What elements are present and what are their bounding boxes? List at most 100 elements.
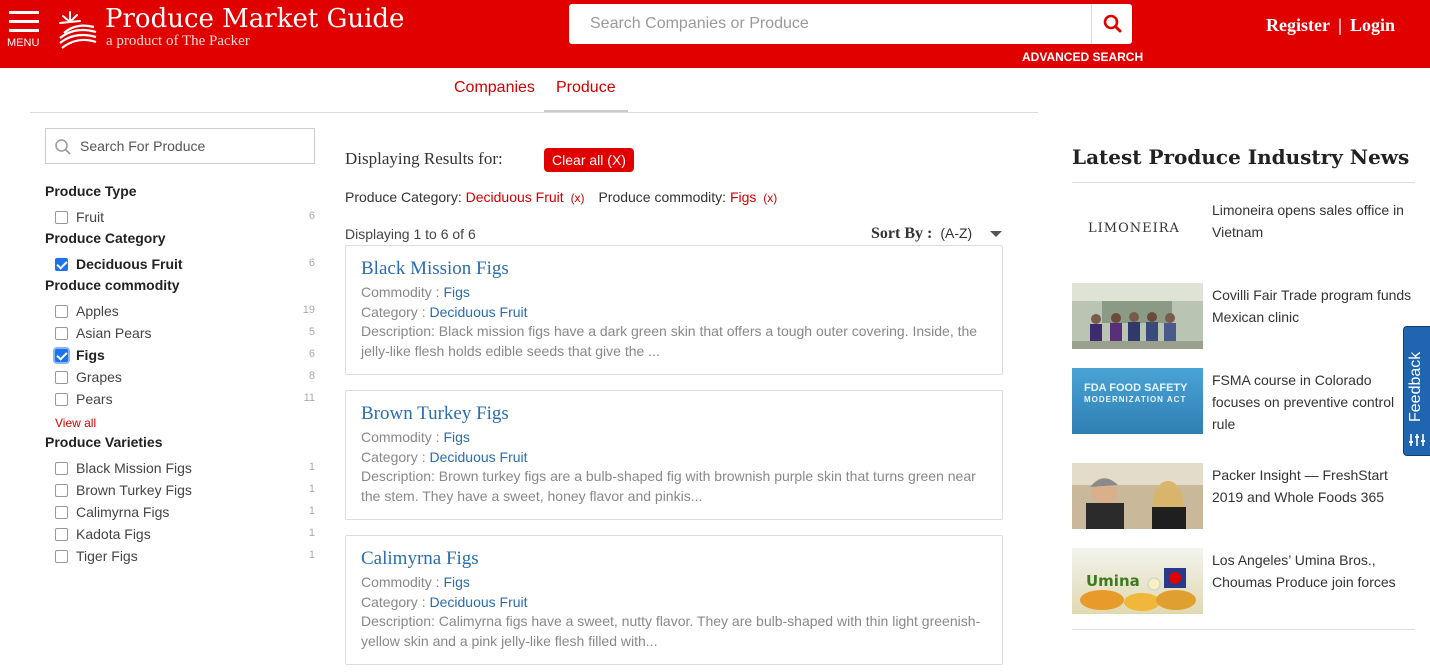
facet-heading-produce-type: Produce Type [45, 183, 137, 199]
facet-item-tiger-figs[interactable]: Tiger Figs 1 [55, 547, 315, 567]
facet-count: 1 [308, 505, 315, 517]
news-title[interactable]: FSMA course in Colorado focuses on preve… [1212, 369, 1415, 435]
checkbox-checked[interactable] [55, 349, 68, 362]
view-all-link[interactable]: View all [55, 416, 96, 430]
news-title[interactable]: Covilli Fair Trade program funds Mexican… [1212, 284, 1415, 328]
photo-image [1072, 283, 1203, 349]
result-commodity: Commodity : Figs [361, 429, 470, 445]
news-item[interactable]: Packer Insight — FreshStart 2019 and Who… [1072, 463, 1415, 529]
hamburger-bar [9, 29, 39, 32]
facet-item-calimyrna-figs[interactable]: Calimyrna Figs 1 [55, 503, 315, 523]
facet-label: Calimyrna Figs [76, 504, 170, 520]
checkbox[interactable] [55, 550, 68, 563]
checkbox[interactable] [55, 484, 68, 497]
commodity-link[interactable]: Figs [443, 284, 469, 300]
facet-label: Fruit [76, 209, 104, 225]
checkbox-checked[interactable] [55, 258, 68, 271]
news-thumbnail[interactable]: Umina [1072, 548, 1203, 614]
checkbox[interactable] [55, 327, 68, 340]
checkbox[interactable] [55, 462, 68, 475]
news-title[interactable]: Packer Insight — FreshStart 2019 and Who… [1212, 464, 1415, 508]
top-header: MENU Produce Market Guide a product of T… [0, 0, 1430, 68]
facet-label: Brown Turkey Figs [76, 482, 192, 498]
news-thumbnail[interactable] [1072, 463, 1203, 529]
chevron-down-icon[interactable] [990, 231, 1002, 237]
global-search-input[interactable] [569, 4, 1091, 44]
search-button[interactable] [1091, 4, 1132, 44]
advanced-search-link[interactable]: ADVANCED SEARCH [1022, 50, 1143, 64]
facet-item-apples[interactable]: Apples 19 [55, 302, 315, 322]
checkbox[interactable] [55, 211, 68, 224]
brand-subtitle: a product of The Packer [106, 33, 250, 49]
news-thumbnail[interactable] [1072, 283, 1203, 349]
result-card: Calimyrna Figs Commodity : Figs Category… [345, 535, 1003, 665]
commodity-link[interactable]: Figs [443, 574, 469, 590]
produce-search-input[interactable] [80, 129, 310, 163]
facet-count: 1 [308, 549, 315, 561]
checkbox[interactable] [55, 393, 68, 406]
result-description: Description: Calimyrna figs have a sweet… [361, 613, 981, 649]
facet-item-pears[interactable]: Pears 11 [55, 390, 315, 410]
auth-separator: | [1337, 15, 1342, 35]
news-thumbnail[interactable]: LIMONEIRA [1072, 198, 1203, 264]
facet-count: 6 [308, 210, 315, 222]
sort-value: (A-Z) [940, 225, 973, 241]
feedback-tab[interactable]: Feedback [1403, 326, 1430, 456]
news-item[interactable]: Umina Los Angeles’ Umina Bros., Choumas … [1072, 548, 1415, 614]
commodity-link[interactable]: Figs [443, 429, 469, 445]
facet-item-black-mission-figs[interactable]: Black Mission Figs 1 [55, 459, 315, 479]
category-link[interactable]: Deciduous Fruit [429, 304, 527, 320]
facet-label: Kadota Figs [76, 526, 151, 542]
checkbox[interactable] [55, 305, 68, 318]
facet-item-asian-pears[interactable]: Asian Pears 5 [55, 324, 315, 344]
auth-links: Register | Login [1266, 15, 1395, 36]
facet-item-figs[interactable]: Figs 6 [55, 346, 315, 366]
category-link[interactable]: Deciduous Fruit [429, 594, 527, 610]
facet-item-brown-turkey-figs[interactable]: Brown Turkey Figs 1 [55, 481, 315, 501]
news-title[interactable]: Limoneira opens sales office in Vietnam [1212, 199, 1415, 243]
brand-title[interactable]: Produce Market Guide [105, 4, 404, 34]
hamburger-bar [9, 20, 39, 23]
facet-item-kadota-figs[interactable]: Kadota Figs 1 [55, 525, 315, 545]
facet-count: 5 [308, 326, 315, 338]
category-prefix: Category : [361, 304, 426, 320]
sort-dropdown[interactable]: Sort By : (A-Z) [871, 225, 972, 243]
checkbox[interactable] [55, 528, 68, 541]
feedback-label: Feedback [1407, 351, 1424, 422]
category-link[interactable]: Deciduous Fruit [429, 449, 527, 465]
facet-item-fruit[interactable]: Fruit 6 [55, 208, 315, 228]
filter-commodity-value: Figs [729, 189, 757, 205]
news-item[interactable]: LIMONEIRA Limoneira opens sales office i… [1072, 198, 1415, 264]
facet-count: 8 [308, 370, 315, 382]
result-card: Black Mission Figs Commodity : Figs Cate… [345, 245, 1003, 375]
facet-count: 11 [303, 392, 315, 404]
facet-item-grapes[interactable]: Grapes 8 [55, 368, 315, 388]
result-title[interactable]: Black Mission Figs [361, 258, 509, 280]
remove-category-filter[interactable]: (x) [571, 191, 585, 205]
menu-button[interactable]: MENU [7, 11, 40, 49]
photo-image [1072, 463, 1203, 529]
result-title[interactable]: Brown Turkey Figs [361, 403, 509, 425]
search-icon [55, 139, 71, 155]
category-prefix: Category : [361, 594, 426, 610]
checkbox[interactable] [55, 371, 68, 384]
tab-companies[interactable]: Companies [442, 79, 547, 113]
logo-icon[interactable] [56, 8, 100, 52]
news-title[interactable]: Los Angeles’ Umina Bros., Choumas Produc… [1212, 549, 1415, 593]
remove-commodity-filter[interactable]: (x) [763, 191, 777, 205]
news-item[interactable]: Covilli Fair Trade program funds Mexican… [1072, 283, 1415, 349]
register-link[interactable]: Register [1266, 15, 1330, 35]
facet-item-deciduous-fruit[interactable]: Deciduous Fruit 6 [55, 255, 315, 275]
tab-produce[interactable]: Produce [544, 79, 628, 113]
active-filters: Produce Category: Deciduous Fruit (x) Pr… [345, 189, 777, 205]
facet-label: Asian Pears [76, 325, 152, 341]
news-divider [1072, 629, 1415, 630]
news-thumbnail[interactable]: FDA FOOD SAFETY MODERNIZATION ACT [1072, 368, 1203, 434]
login-link[interactable]: Login [1350, 15, 1395, 35]
checkbox[interactable] [55, 506, 68, 519]
result-title[interactable]: Calimyrna Figs [361, 548, 479, 570]
news-item[interactable]: FDA FOOD SAFETY MODERNIZATION ACT FSMA c… [1072, 368, 1415, 434]
clear-all-button[interactable]: Clear all (X) [544, 148, 634, 172]
search-icon [1103, 14, 1122, 33]
facet-heading-produce-varieties: Produce Varieties [45, 434, 163, 450]
